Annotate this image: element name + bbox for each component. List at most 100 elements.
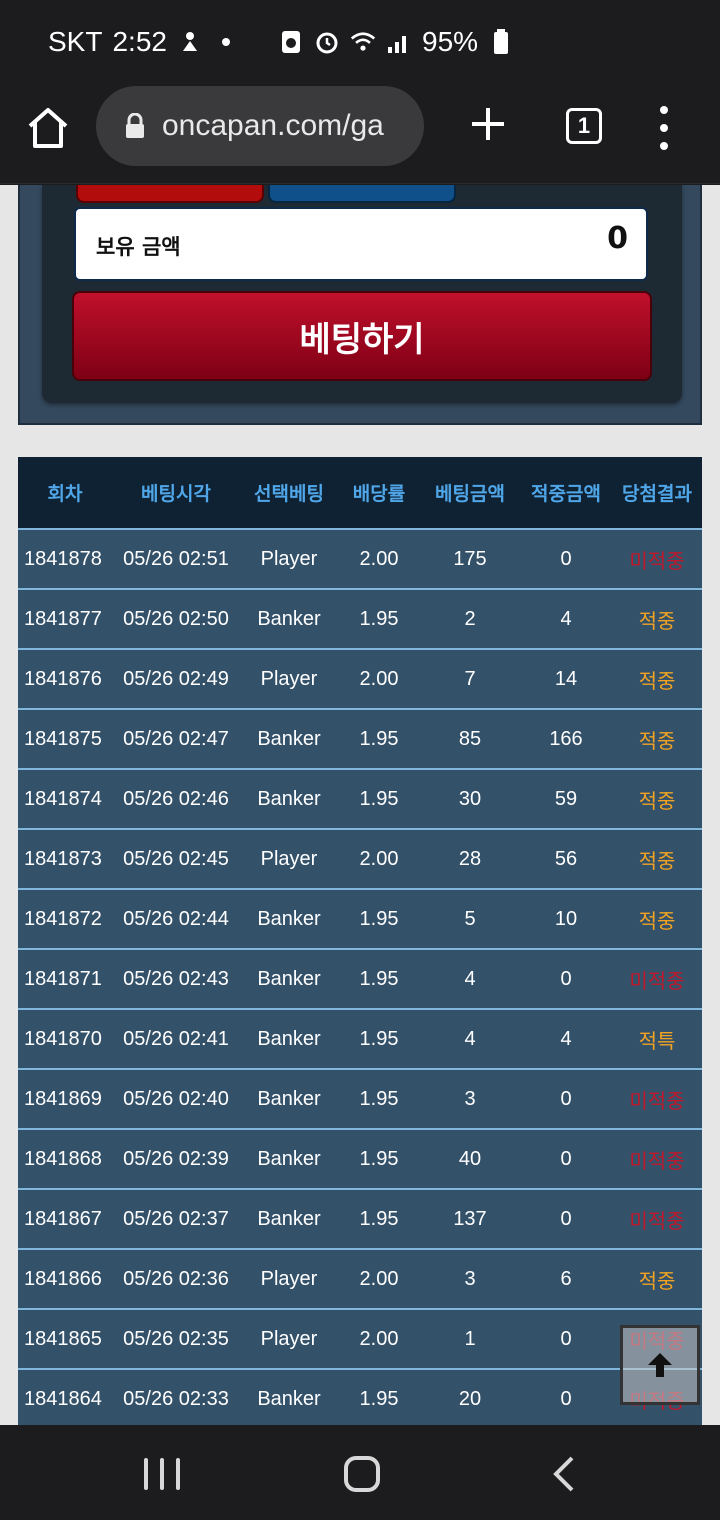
carrier-label: SKT xyxy=(48,26,103,57)
table-row: 1841874 05/26 02:46 Banker 1.95 30 59 적중 xyxy=(18,769,702,830)
odds-cell: 2.00 xyxy=(338,1249,420,1310)
pick-cell: Banker xyxy=(240,1369,338,1425)
system-nav-bar xyxy=(0,1426,720,1520)
bet-time-cell: 05/26 02:51 xyxy=(112,529,240,590)
round-cell: 1841870 xyxy=(18,1009,112,1070)
tab-count: 1 xyxy=(577,113,591,138)
bet-time-cell: 05/26 02:46 xyxy=(112,769,240,830)
round-cell: 1841872 xyxy=(18,889,112,950)
win-amount-cell: 0 xyxy=(520,529,612,590)
pick-cell: Banker xyxy=(240,709,338,770)
bet-amount-cell: 3 xyxy=(420,1249,520,1310)
win-amount-cell: 0 xyxy=(520,949,612,1010)
bet-time-cell: 05/26 02:35 xyxy=(112,1309,240,1370)
round-cell: 1841868 xyxy=(18,1129,112,1190)
back-icon[interactable] xyxy=(552,1456,576,1492)
home-icon[interactable] xyxy=(26,106,70,150)
header-round: 회차 xyxy=(18,457,112,530)
bet-amount-cell: 175 xyxy=(420,529,520,590)
result-cell: 적특 xyxy=(612,1009,702,1070)
more-menu-icon[interactable] xyxy=(654,106,674,150)
tab-switcher-button[interactable]: 1 xyxy=(566,108,602,144)
bet-panel-inner: 보유 금액 0 베팅하기 xyxy=(42,185,682,403)
bet-time-cell: 05/26 02:50 xyxy=(112,589,240,650)
bet-amount-cell: 7 xyxy=(420,649,520,710)
win-amount-cell: 6 xyxy=(520,1249,612,1310)
banker-pick-button[interactable] xyxy=(268,185,456,203)
browser-toolbar: oncapan.com/ga 1 xyxy=(0,84,720,184)
win-amount-cell: 0 xyxy=(520,1129,612,1190)
url-text: oncapan.com/ga xyxy=(162,109,384,142)
table-row: 1841871 05/26 02:43 Banker 1.95 4 0 미적중 xyxy=(18,949,702,1010)
home-nav-icon[interactable] xyxy=(344,1456,380,1492)
table-row: 1841866 05/26 02:36 Player 2.00 3 6 적중 xyxy=(18,1249,702,1310)
pick-cell: Banker xyxy=(240,949,338,1010)
clock: 2:52 xyxy=(112,26,167,57)
result-cell: 적중 xyxy=(612,1249,702,1310)
odds-cell: 1.95 xyxy=(338,1009,420,1070)
bet-amount-cell: 1 xyxy=(420,1309,520,1370)
odds-cell: 1.95 xyxy=(338,1189,420,1250)
pick-cell: Player xyxy=(240,1249,338,1310)
bet-amount-cell: 2 xyxy=(420,589,520,650)
table-row: 1841872 05/26 02:44 Banker 1.95 5 10 적중 xyxy=(18,889,702,950)
win-amount-cell: 4 xyxy=(520,1009,612,1070)
bet-time-cell: 05/26 02:36 xyxy=(112,1249,240,1310)
table-row: 184186405/26 02:33Banker1.95200미적중 xyxy=(18,1369,702,1425)
balance-label: 보유 금액 xyxy=(96,235,181,259)
result-cell: 미적중 xyxy=(612,1189,702,1250)
new-tab-icon[interactable] xyxy=(468,104,508,144)
recent-apps-icon[interactable] xyxy=(144,1458,180,1490)
round-cell: 1841878 xyxy=(18,529,112,590)
bet-amount-cell: 40 xyxy=(420,1129,520,1190)
round-cell: 1841869 xyxy=(18,1069,112,1130)
address-bar[interactable]: oncapan.com/ga xyxy=(96,86,424,166)
bet-amount-cell: 4 xyxy=(420,949,520,1010)
round-cell: 1841867 xyxy=(18,1189,112,1250)
lock-icon xyxy=(126,113,144,138)
odds-cell: 1.95 xyxy=(338,1129,420,1190)
bet-time-cell: 05/26 02:37 xyxy=(112,1189,240,1250)
table-body: 1841878 05/26 02:51 Player 2.00 175 0 미적중 18418… xyxy=(18,529,702,1425)
win-amount-cell: 166 xyxy=(520,709,612,770)
status-left: SKT 2:52 xyxy=(48,26,239,58)
result-cell: 적중 xyxy=(612,769,702,830)
player-pick-button[interactable] xyxy=(76,185,264,203)
scroll-to-top-button[interactable] xyxy=(620,1325,700,1405)
pick-cell: Player xyxy=(240,529,338,590)
arrow-up-icon xyxy=(648,1353,672,1377)
result-cell: 적중 xyxy=(612,829,702,890)
bet-time-cell: 05/26 02:49 xyxy=(112,649,240,710)
bet-time-cell: 05/26 02:41 xyxy=(112,1009,240,1070)
battery-icon xyxy=(494,29,509,54)
result-cell: 적중 xyxy=(612,889,702,950)
table-row: 1841878 05/26 02:51 Player 2.00 175 0 미적중 xyxy=(18,529,702,590)
odds-cell: 1.95 xyxy=(338,589,420,650)
balance-value: 0 xyxy=(607,221,628,256)
bet-amount-cell: 30 xyxy=(420,769,520,830)
place-bet-button[interactable]: 베팅하기 xyxy=(72,291,652,381)
table-row: 1841867 05/26 02:37 Banker 1.95 137 0 미적중 xyxy=(18,1189,702,1250)
result-cell: 미적중 xyxy=(612,529,702,590)
table-header-row: 회차 베팅시각 선택베팅 배당률 베팅금액 적중금액 당첨결과 xyxy=(18,457,702,530)
result-cell: 적중 xyxy=(612,649,702,710)
table-row: 1841875 05/26 02:47 Banker 1.95 85 166 적중 xyxy=(18,709,702,770)
battery-percent: 95% xyxy=(422,26,479,57)
bet-time-cell: 05/26 02:45 xyxy=(112,829,240,890)
table-row: 1841869 05/26 02:40 Banker 1.95 3 0 미적중 xyxy=(18,1069,702,1130)
status-right: 95% xyxy=(278,26,514,58)
odds-cell: 2.00 xyxy=(338,1309,420,1370)
bet-amount-cell: 3 xyxy=(420,1069,520,1130)
page-content: 보유 금액 0 베팅하기 회차 베팅시각 선택베팅 배당률 베팅금액 적중금액 … xyxy=(0,185,720,1425)
win-amount-cell: 56 xyxy=(520,829,612,890)
pick-cell: Banker xyxy=(240,589,338,650)
result-cell: 적중 xyxy=(612,589,702,650)
pick-cell: Banker xyxy=(240,1189,338,1250)
odds-cell: 1.95 xyxy=(338,1369,420,1425)
pick-cell: Banker xyxy=(240,1069,338,1130)
result-cell: 미적중 xyxy=(612,1069,702,1130)
round-cell: 1841876 xyxy=(18,649,112,710)
table-row: 184186505/26 02:35Player2.0010미적중 xyxy=(18,1309,702,1370)
bet-time-cell: 05/26 02:44 xyxy=(112,889,240,950)
odds-cell: 2.00 xyxy=(338,829,420,890)
